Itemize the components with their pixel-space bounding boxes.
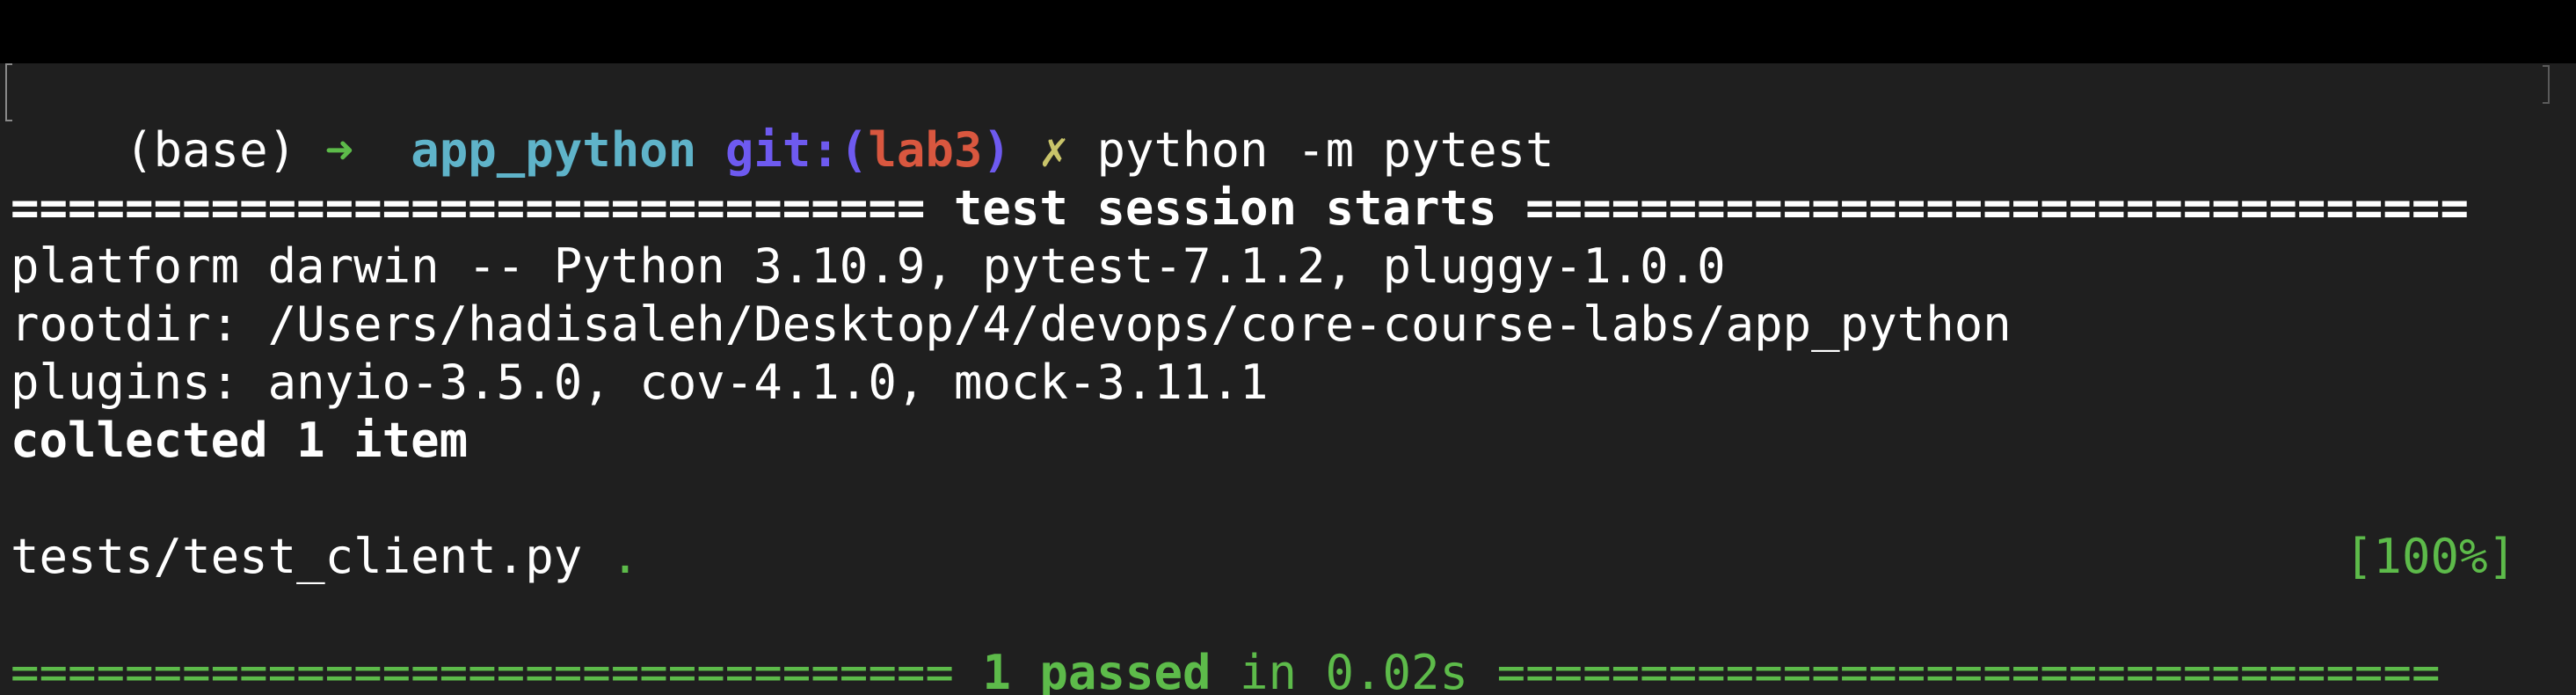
summary-line: ================================= 1 pass…: [11, 644, 2440, 695]
git-dirty-icon: ✗: [1039, 122, 1068, 178]
rootdir-line: rootdir: /Users/hadisaleh/Desktop/4/devo…: [11, 296, 2012, 352]
scroll-mark-icon: [2543, 65, 2550, 104]
session-header: ================================ test se…: [11, 179, 2469, 238]
prompt-arrow-icon: ➜: [324, 122, 354, 178]
test-pass-dot: .: [610, 529, 640, 584]
collected-line: collected 1 item: [11, 413, 469, 468]
current-directory: app_python: [411, 122, 697, 178]
test-file-name: tests/test_client.py: [11, 529, 583, 584]
command-text: python -m pytest: [1096, 122, 1554, 178]
git-branch: lab3: [868, 122, 983, 178]
terminal-window[interactable]: (base) ➜ app_python git:(lab3) ✗ python …: [0, 63, 2576, 695]
platform-line: platform darwin -- Python 3.10.9, pytest…: [11, 238, 1726, 294]
git-close-paren: ): [982, 122, 1011, 178]
session-header-text: test session starts: [953, 180, 1497, 236]
test-progress: [100%]: [2344, 529, 2516, 584]
session-header-left-rule: ================================: [11, 180, 926, 236]
prompt-mark-icon: [5, 63, 12, 121]
summary-right-rule: =================================: [1496, 645, 2441, 695]
summary-left-rule: =================================: [11, 645, 954, 695]
window-top-bar: [0, 0, 2576, 63]
git-label: git:: [724, 122, 840, 178]
summary-passed: 1 passed: [982, 645, 1212, 695]
session-header-right-rule: =================================: [1525, 180, 2469, 236]
prompt-line: (base) ➜ app_python git:(lab3) ✗ python …: [5, 63, 1554, 178]
git-open-paren: (: [839, 122, 869, 178]
test-result-line: tests/test_client.py .: [11, 528, 639, 586]
plugins-line: plugins: anyio-3.5.0, cov-4.1.0, mock-3.…: [11, 355, 1269, 410]
summary-time: in 0.02s: [1239, 645, 1469, 695]
conda-env: (base): [125, 122, 297, 178]
